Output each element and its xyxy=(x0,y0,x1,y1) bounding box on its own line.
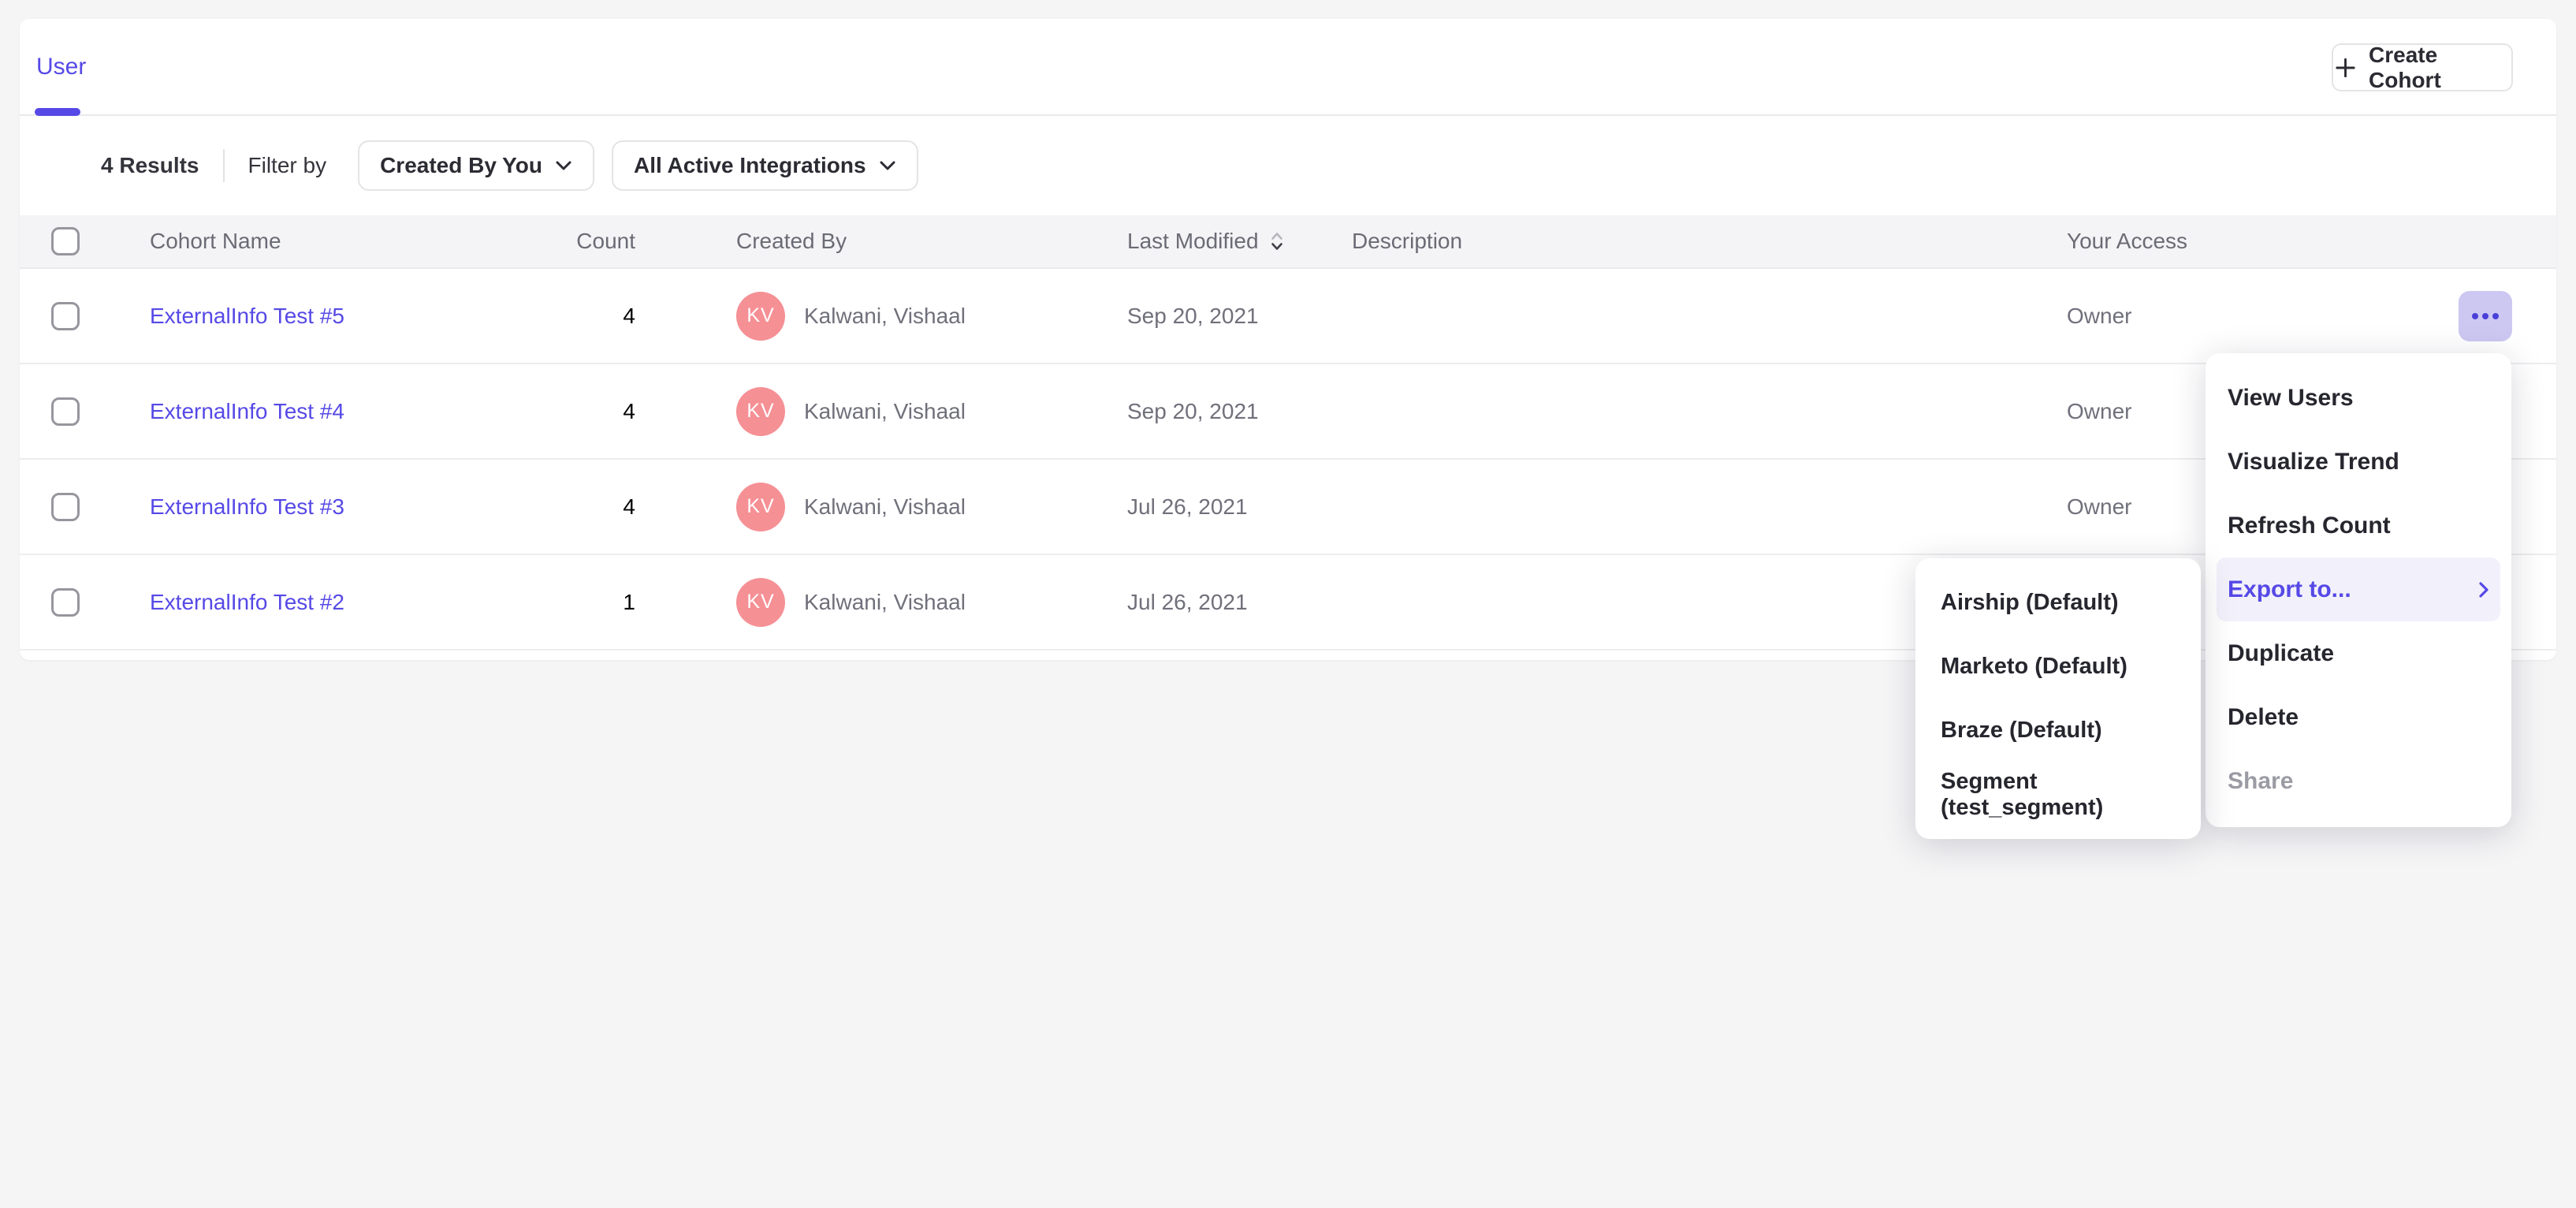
header-count: Count xyxy=(528,229,736,254)
cohort-name-cell: ExternalInfo Test #5 xyxy=(150,304,528,329)
menu-item[interactable]: Share xyxy=(2217,749,2500,813)
submenu-item[interactable]: Airship (Default) xyxy=(1915,571,2201,635)
row-checkbox-cell xyxy=(51,302,150,330)
avatar: KV xyxy=(736,387,785,436)
table-row: ExternalInfo Test #5 4 KV Kalwani, Visha… xyxy=(20,269,2556,364)
created-by-name: Kalwani, Vishaal xyxy=(804,399,966,424)
created-by-cell: KV Kalwani, Vishaal xyxy=(736,483,1127,531)
menu-item[interactable]: Refresh Count xyxy=(2217,494,2500,557)
chevron-down-icon xyxy=(555,160,572,171)
sort-desc-icon xyxy=(1270,231,1284,252)
created-by-name: Kalwani, Vishaal xyxy=(804,590,966,615)
menu-item[interactable]: View Users xyxy=(2217,366,2500,430)
row-checkbox[interactable] xyxy=(51,397,80,426)
row-actions-menu: View Users Visualize Trend Refresh Count xyxy=(2206,353,2511,827)
created-by-name: Kalwani, Vishaal xyxy=(804,304,966,329)
row-checkbox-cell xyxy=(51,493,150,521)
menu-item-label: Visualize Trend xyxy=(2228,449,2399,475)
integrations-dropdown-label: All Active Integrations xyxy=(634,153,866,178)
cohort-count-cell: 4 xyxy=(528,304,736,329)
menu-item-label: Refresh Count xyxy=(2228,513,2391,539)
menu-item[interactable]: Visualize Trend xyxy=(2217,430,2500,494)
created-by-cell: KV Kalwani, Vishaal xyxy=(736,292,1127,341)
menu-item-label: Delete xyxy=(2228,704,2299,731)
row-checkbox[interactable] xyxy=(51,493,80,521)
submenu-item[interactable]: Braze (Default) xyxy=(1915,699,2201,762)
menu-item-label: Duplicate xyxy=(2228,640,2334,667)
chevron-down-icon xyxy=(879,160,896,171)
dot-icon xyxy=(2492,313,2499,319)
cohort-name-link[interactable]: ExternalInfo Test #3 xyxy=(150,494,344,520)
cohorts-page: User Create Cohort 4 Results Filter by C… xyxy=(0,0,2576,1208)
avatar: KV xyxy=(736,578,785,627)
row-checkbox-cell xyxy=(51,397,150,426)
menu-item-label: Export to... xyxy=(2228,576,2351,603)
export-to-submenu: Airship (Default) Marketo (Default) Braz… xyxy=(1915,558,2201,839)
tab-user-label: User xyxy=(36,54,86,80)
row-checkbox[interactable] xyxy=(51,302,80,330)
menu-item[interactable]: Duplicate xyxy=(2217,621,2500,685)
your-access-cell: Owner xyxy=(2067,304,2444,329)
submenu-item-label: Airship (Default) xyxy=(1941,590,2119,616)
filter-by-label: Filter by xyxy=(248,153,327,178)
table-row: ExternalInfo Test #4 4 KV Kalwani, Visha… xyxy=(20,364,2556,460)
tab-user[interactable]: User xyxy=(36,19,86,114)
submenu-item-label: Segment (test_segment) xyxy=(1941,769,2176,821)
select-all-checkbox[interactable] xyxy=(51,227,80,255)
avatar: KV xyxy=(736,483,785,531)
row-checkbox[interactable] xyxy=(51,588,80,617)
avatar: KV xyxy=(736,292,785,341)
menu-item-label: View Users xyxy=(2228,385,2354,412)
header-created-by: Created By xyxy=(736,229,1127,254)
row-checkbox-cell xyxy=(51,588,150,617)
header-description: Description xyxy=(1352,229,2067,254)
cohort-name-link[interactable]: ExternalInfo Test #2 xyxy=(150,590,344,615)
header-cohort-name: Cohort Name xyxy=(150,229,528,254)
created-by-cell: KV Kalwani, Vishaal xyxy=(736,578,1127,627)
last-modified-cell: Sep 20, 2021 xyxy=(1127,399,1352,424)
header-last-modified[interactable]: Last Modified xyxy=(1127,229,1352,254)
created-by-dropdown[interactable]: Created By You xyxy=(358,140,594,191)
create-cohort-label: Create Cohort xyxy=(2369,43,2511,93)
results-count: 4 Results xyxy=(101,153,199,178)
menu-item-label: Share xyxy=(2228,768,2293,795)
filter-bar: 4 Results Filter by Created By You All A… xyxy=(20,116,2556,215)
header-your-access: Your Access xyxy=(2067,229,2444,254)
row-actions-button[interactable] xyxy=(2459,291,2512,341)
submenu-item-label: Braze (Default) xyxy=(1941,718,2102,744)
menu-item[interactable]: Delete xyxy=(2217,685,2500,749)
plus-icon xyxy=(2333,55,2358,80)
dot-icon xyxy=(2472,313,2478,319)
create-cohort-button[interactable]: Create Cohort xyxy=(2332,43,2513,91)
created-by-name: Kalwani, Vishaal xyxy=(804,494,966,520)
cohort-name-link[interactable]: ExternalInfo Test #5 xyxy=(150,304,344,329)
cohort-name-cell: ExternalInfo Test #2 xyxy=(150,590,528,615)
cohort-count-cell: 1 xyxy=(528,590,736,615)
tab-active-indicator xyxy=(35,108,80,116)
dot-icon xyxy=(2482,313,2489,319)
tabs-row: User Create Cohort xyxy=(20,19,2556,116)
chevron-right-icon xyxy=(2478,580,2489,599)
created-by-cell: KV Kalwani, Vishaal xyxy=(736,387,1127,436)
table-row: ExternalInfo Test #3 4 KV Kalwani, Visha… xyxy=(20,460,2556,555)
submenu-item[interactable]: Marketo (Default) xyxy=(1915,635,2201,699)
last-modified-cell: Jul 26, 2021 xyxy=(1127,590,1352,615)
cohort-count-cell: 4 xyxy=(528,399,736,424)
cohort-name-link[interactable]: ExternalInfo Test #4 xyxy=(150,399,344,424)
submenu-item-label: Marketo (Default) xyxy=(1941,654,2127,680)
last-modified-cell: Sep 20, 2021 xyxy=(1127,304,1352,329)
menu-item[interactable]: Export to... xyxy=(2217,557,2500,621)
cohort-name-cell: ExternalInfo Test #3 xyxy=(150,494,528,520)
integrations-dropdown[interactable]: All Active Integrations xyxy=(612,140,918,191)
filter-divider xyxy=(223,149,225,182)
last-modified-cell: Jul 26, 2021 xyxy=(1127,494,1352,520)
header-last-modified-label: Last Modified xyxy=(1127,229,1259,254)
row-actions-cell xyxy=(2444,291,2556,341)
table-header-row: Cohort Name Count Created By Last Modifi… xyxy=(20,215,2556,269)
cohort-name-cell: ExternalInfo Test #4 xyxy=(150,399,528,424)
created-by-dropdown-label: Created By You xyxy=(380,153,542,178)
cohort-count-cell: 4 xyxy=(528,494,736,520)
submenu-item[interactable]: Segment (test_segment) xyxy=(1915,762,2201,826)
header-checkbox-cell xyxy=(51,227,150,255)
